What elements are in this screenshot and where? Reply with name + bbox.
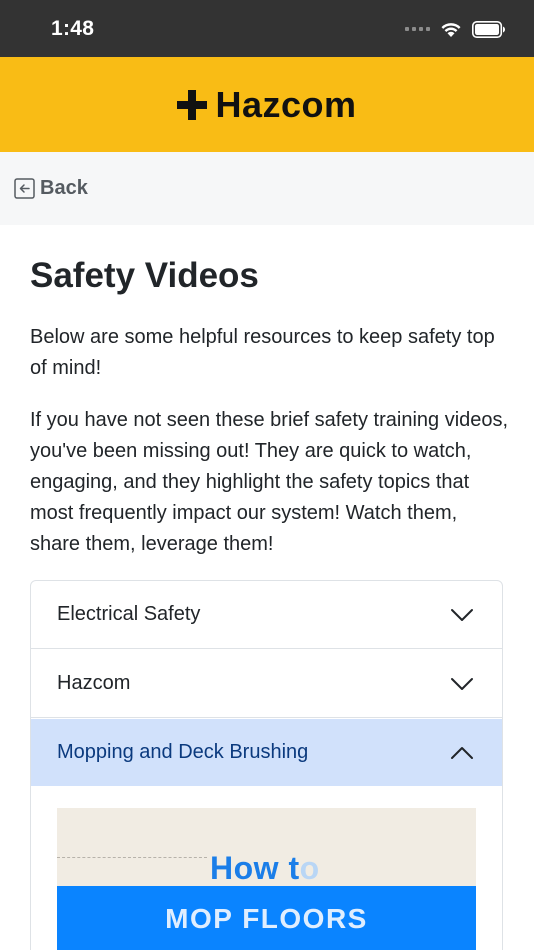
video-thumbnail[interactable]: How to MOP FLOORS — [57, 808, 476, 950]
accordion-item-mopping-and-deck-brushing[interactable]: Mopping and Deck Brushing — [31, 719, 502, 787]
plus-icon — [177, 89, 208, 120]
intro-paragraph: Below are some helpful resources to keep… — [30, 326, 495, 379]
status-icons — [405, 19, 506, 39]
accordion-body: How to MOP FLOORS — [31, 786, 502, 950]
accordion-item-hazcom[interactable]: Hazcom — [31, 650, 502, 718]
accordion-item-label: Electrical Safety — [57, 603, 201, 625]
page-title: Safety Videos — [30, 256, 259, 295]
decorative-line — [57, 857, 207, 858]
accordion-item-label: Mopping and Deck Brushing — [57, 741, 309, 763]
back-arrow-icon — [14, 178, 35, 199]
chevron-up-icon — [451, 747, 473, 759]
accordion-item-electrical-safety[interactable]: Electrical Safety — [31, 581, 502, 649]
brand-logo[interactable]: Hazcom — [177, 84, 356, 126]
app-header: Hazcom — [0, 57, 534, 152]
status-time: 1:48 — [51, 17, 95, 40]
back-button[interactable]: Back — [14, 177, 88, 200]
brand-name: Hazcom — [215, 83, 357, 125]
video-heading: How to — [210, 850, 320, 886]
video-title: MOP FLOORS — [165, 903, 368, 934]
back-label: Back — [40, 177, 88, 199]
chevron-down-icon — [451, 678, 473, 690]
signal-dots-icon — [405, 27, 430, 31]
wifi-icon — [441, 22, 461, 37]
battery-icon — [472, 20, 505, 38]
accordion-item-label: Hazcom — [57, 672, 131, 694]
status-bar: 1:48 — [0, 0, 534, 57]
chevron-down-icon — [451, 609, 473, 621]
video-accordion: Electrical Safety Hazcom Mopping and Dec… — [30, 580, 503, 950]
intro-paragraph: If you have not seen these brief safety … — [30, 409, 509, 555]
